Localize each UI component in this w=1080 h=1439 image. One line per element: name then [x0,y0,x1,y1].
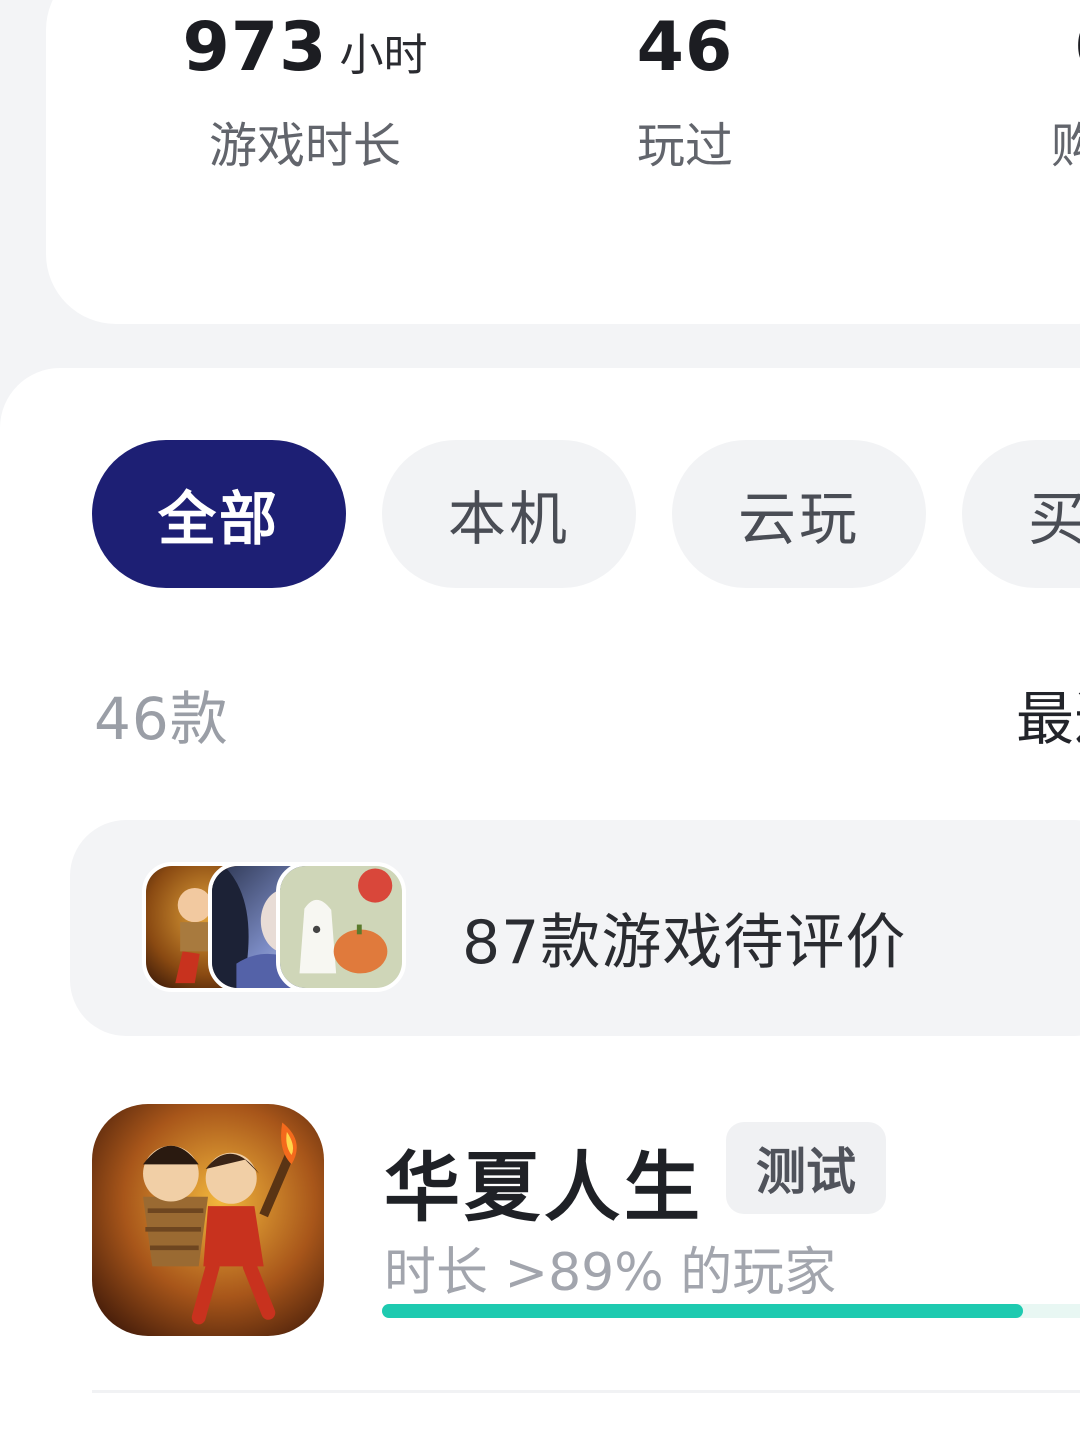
games-panel: 全部 本机 云玩 买过 46款 最近 [0,368,1080,1439]
game-playtime-percentile: 时长 >89% 的玩家 [384,1243,837,1303]
tab-purchased[interactable]: 买过 [962,440,1080,588]
game-icon-huaxia [92,1104,324,1336]
stat-played[interactable]: 46 玩过 [590,8,780,176]
pending-review-text: 87款游戏待评价 [462,908,907,978]
stat-play-time-value: 973 [182,8,328,87]
game-list-item[interactable]: 华夏人生 测试 时长 >89% 的玩家 [0,1100,1080,1390]
tab-all[interactable]: 全部 [92,440,346,588]
list-divider [92,1390,1080,1393]
stats-card: 973 小时 游戏时长 46 玩过 0 购买 [46,0,1080,324]
playtime-progress-fill [382,1304,1023,1318]
pending-review-banner[interactable]: 87款游戏待评价 [70,820,1080,1036]
stat-purchased-value: 0 [1075,8,1080,87]
stat-play-time[interactable]: 973 小时 游戏时长 [170,8,440,176]
game-count: 46款 [94,685,229,753]
stat-play-time-label: 游戏时长 [208,118,401,174]
tab-cloud[interactable]: 云玩 [672,440,926,588]
thumbnail-stack [142,862,412,992]
stat-play-time-unit: 小时 [339,30,428,81]
filter-tabs: 全部 本机 云玩 买过 [92,440,1080,588]
game-badge: 测试 [726,1122,886,1214]
tab-local[interactable]: 本机 [382,440,636,588]
game-thumbnail-3 [276,862,406,992]
stat-purchased-label: 购买 [1050,118,1080,174]
stat-played-value: 46 [636,8,734,87]
sort-dropdown[interactable]: 最近 [1016,672,1080,756]
stat-played-label: 玩过 [636,118,733,174]
playtime-progress-bar [382,1304,1080,1318]
page: 973 小时 游戏时长 46 玩过 0 购买 全部 本机 云玩 买过 46款 最… [0,0,1080,1439]
stat-purchased[interactable]: 0 购买 [1004,8,1080,176]
game-title: 华夏人生 [384,1143,704,1232]
